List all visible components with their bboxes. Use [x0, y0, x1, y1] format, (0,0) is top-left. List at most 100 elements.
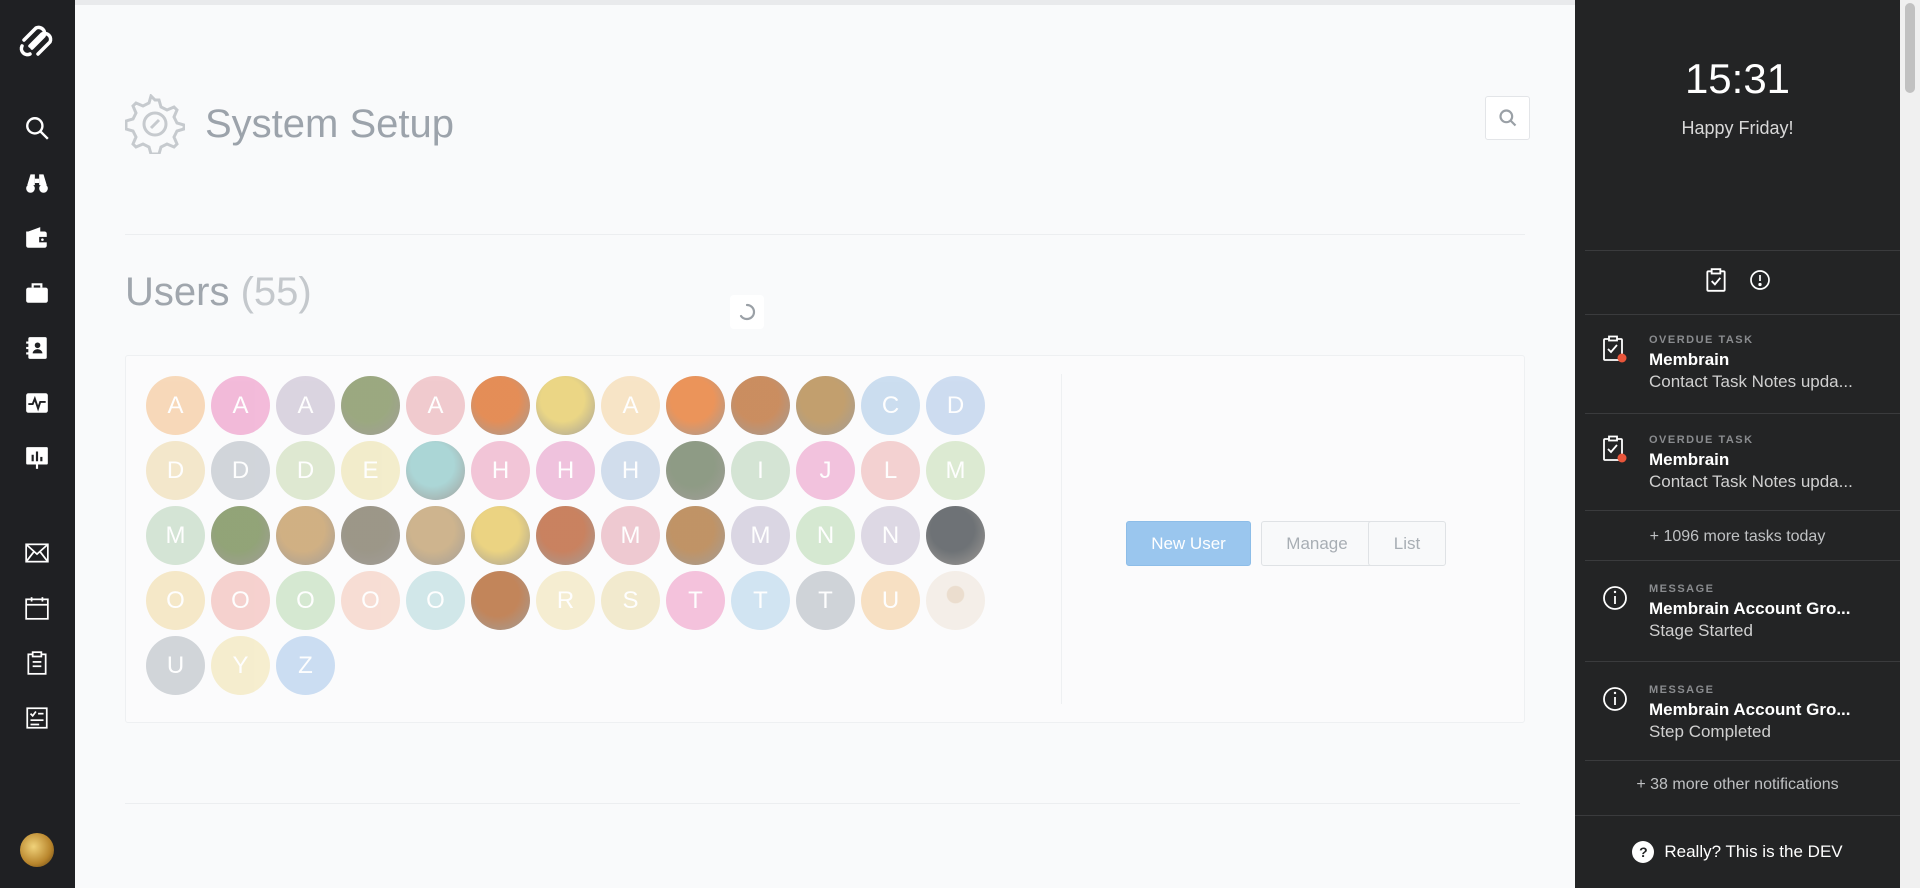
user-avatar[interactable]	[666, 376, 725, 435]
user-avatar[interactable]: J	[796, 441, 855, 500]
user-avatar-initial: O	[231, 586, 250, 614]
user-avatar[interactable]: R	[536, 571, 595, 630]
user-avatar[interactable]	[666, 441, 725, 500]
user-avatar[interactable]: H	[471, 441, 530, 500]
user-avatar[interactable]: M	[731, 506, 790, 565]
user-avatar[interactable]: O	[276, 571, 335, 630]
user-avatar[interactable]	[341, 506, 400, 565]
activity-icon[interactable]	[22, 388, 52, 418]
user-avatar[interactable]: O	[341, 571, 400, 630]
user-avatar[interactable]: A	[406, 376, 465, 435]
user-avatar[interactable]: Y	[211, 636, 270, 695]
users-heading-label: Users	[125, 270, 230, 314]
user-avatar-initial: T	[818, 586, 833, 614]
main-content: System Setup Users (55) A A A A A C D D D D E H H H I J…	[75, 0, 1575, 888]
user-avatar[interactable]	[796, 376, 855, 435]
notification-title: Membrain	[1649, 450, 1730, 469]
notification-item[interactable]: OVERDUE TASK Membrain Contact Task Notes u…	[1575, 334, 1900, 432]
notification-item[interactable]: OVERDUE TASK Membrain Contact Task Notes u…	[1575, 434, 1900, 532]
user-avatar[interactable]	[276, 506, 335, 565]
user-avatar[interactable]: H	[536, 441, 595, 500]
current-user-avatar[interactable]	[20, 833, 54, 867]
user-avatar[interactable]: M	[926, 441, 985, 500]
user-avatar[interactable]: S	[601, 571, 660, 630]
user-avatar[interactable]: I	[731, 441, 790, 500]
logo-icon[interactable]	[16, 18, 58, 60]
user-avatar[interactable]: M	[601, 506, 660, 565]
user-avatar[interactable]: U	[861, 571, 920, 630]
user-avatar[interactable]	[926, 571, 985, 630]
user-avatar[interactable]: Z	[276, 636, 335, 695]
page-search-button[interactable]	[1485, 96, 1530, 140]
tasks-tab[interactable]	[1701, 265, 1731, 295]
user-avatar[interactable]	[211, 506, 270, 565]
user-avatar[interactable]: A	[276, 376, 335, 435]
notifications-tab[interactable]	[1745, 265, 1775, 295]
user-avatar[interactable]: O	[211, 571, 270, 630]
sidebar-divider	[1585, 560, 1900, 561]
user-avatar[interactable]: A	[211, 376, 270, 435]
clipboard-icon[interactable]	[22, 648, 52, 678]
user-avatar[interactable]: A	[601, 376, 660, 435]
user-avatar-initial: N	[816, 521, 835, 549]
user-avatar[interactable]	[666, 506, 725, 565]
wallet-icon[interactable]	[22, 223, 52, 253]
user-avatar[interactable]: T	[731, 571, 790, 630]
contacts-icon[interactable]	[22, 333, 52, 363]
user-avatar[interactable]: D	[276, 441, 335, 500]
user-avatar[interactable]: T	[666, 571, 725, 630]
user-avatar[interactable]: T	[796, 571, 855, 630]
user-avatar[interactable]: U	[146, 636, 205, 695]
user-avatar[interactable]	[536, 376, 595, 435]
user-avatar[interactable]: C	[861, 376, 920, 435]
user-avatar-initial: C	[881, 391, 900, 419]
user-avatar[interactable]	[471, 506, 530, 565]
user-avatar-initial: U	[881, 586, 900, 614]
notification-item[interactable]: MESSAGE Membrain Account Gro... Stage Star…	[1575, 583, 1900, 681]
user-avatar[interactable]: L	[861, 441, 920, 500]
user-avatar-initial: L	[883, 456, 898, 484]
user-avatar-initial: A	[622, 391, 639, 419]
notification-item[interactable]: MESSAGE Membrain Account Gro... Step Compl…	[1575, 684, 1900, 782]
user-avatar[interactable]	[926, 506, 985, 565]
mail-icon[interactable]	[22, 538, 52, 568]
help-bar[interactable]: ? Really? This is the DEV	[1575, 815, 1900, 888]
binoculars-icon[interactable]	[22, 168, 52, 198]
user-avatar[interactable]	[471, 571, 530, 630]
user-avatar[interactable]	[731, 376, 790, 435]
user-avatar[interactable]: N	[796, 506, 855, 565]
user-avatar[interactable]: E	[341, 441, 400, 500]
user-avatar-initial: E	[362, 456, 379, 484]
list-users-button[interactable]: List	[1368, 521, 1446, 566]
user-avatar[interactable]: O	[406, 571, 465, 630]
user-avatar[interactable]: N	[861, 506, 920, 565]
user-avatar[interactable]: A	[146, 376, 205, 435]
more-tasks-link[interactable]: + 1096 more tasks today	[1575, 528, 1900, 546]
briefcase-icon[interactable]	[22, 278, 52, 308]
user-avatar-initial: A	[297, 391, 314, 419]
user-avatar-initial: M	[620, 521, 641, 549]
user-avatar[interactable]	[406, 506, 465, 565]
user-avatar[interactable]	[471, 376, 530, 435]
scrollbar-track[interactable]	[1900, 0, 1920, 888]
user-avatar[interactable]	[406, 441, 465, 500]
new-user-button[interactable]: New User	[1126, 521, 1251, 566]
user-avatar[interactable]: O	[146, 571, 205, 630]
user-avatar[interactable]: D	[926, 376, 985, 435]
user-avatar-initial: H	[621, 456, 640, 484]
user-avatar[interactable]: D	[146, 441, 205, 500]
right-sidebar: 15:31 Happy Friday! OVERDUE TASK Membrain…	[1575, 0, 1900, 888]
user-avatar[interactable]	[536, 506, 595, 565]
checklist-icon[interactable]	[22, 703, 52, 733]
manage-users-button[interactable]: Manage	[1261, 521, 1373, 566]
calendar-icon[interactable]	[22, 593, 52, 623]
scrollbar-thumb[interactable]	[1905, 3, 1915, 93]
presentation-icon[interactable]	[22, 443, 52, 473]
notification-type: OVERDUE TASK	[1649, 334, 1754, 346]
search-icon[interactable]	[22, 113, 52, 143]
user-avatar[interactable]	[341, 376, 400, 435]
more-notifications-link[interactable]: + 38 more other notifications	[1575, 776, 1900, 794]
user-avatar[interactable]: H	[601, 441, 660, 500]
user-avatar[interactable]: D	[211, 441, 270, 500]
user-avatar[interactable]: M	[146, 506, 205, 565]
